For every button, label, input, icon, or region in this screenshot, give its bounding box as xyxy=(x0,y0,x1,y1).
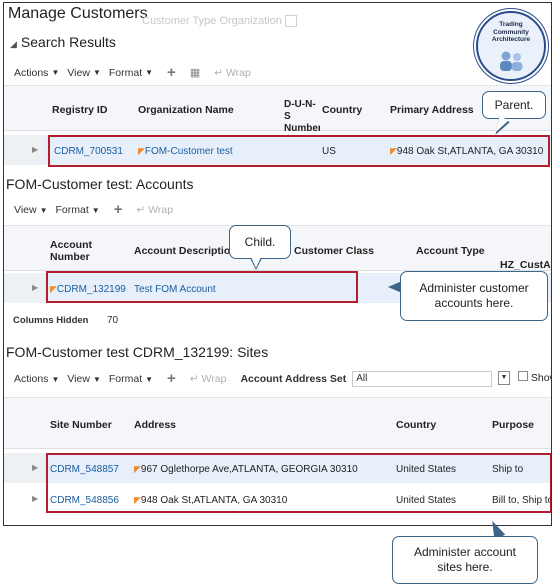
format-menu[interactable]: Format ▼ xyxy=(109,373,153,385)
column-registry-id[interactable]: Registry ID xyxy=(52,104,107,116)
badge-line-2: Community xyxy=(493,28,529,36)
wrap-button[interactable]: ↵ Wrap xyxy=(214,67,251,79)
expand-row-icon[interactable]: ▶ xyxy=(32,283,38,292)
expand-row-icon[interactable]: ▶ xyxy=(32,494,38,503)
search-results-column-header: Registry ID Organization Name D-U-N-S Nu… xyxy=(4,85,551,134)
account-address-set-value: All xyxy=(356,373,368,384)
trading-community-architecture-badge: Trading Community Architecture xyxy=(476,11,546,81)
badge-text: Trading Community Architecture xyxy=(478,21,544,44)
badge-line-3: Architecture xyxy=(491,36,531,43)
column-country[interactable]: Country xyxy=(396,419,436,431)
view-menu[interactable]: View ▼ xyxy=(14,204,48,216)
search-results-header[interactable]: ◢ Search Results xyxy=(10,34,116,50)
column-purpose[interactable]: Purpose xyxy=(492,419,534,431)
format-menu[interactable]: Format ▼ xyxy=(109,67,153,79)
administer-sites-callout: Administer account sites here. xyxy=(392,536,538,584)
customer-type-ghost-select xyxy=(284,15,297,28)
collapse-triangle-icon[interactable]: ◢ xyxy=(10,39,17,49)
people-icon xyxy=(500,51,523,71)
accounts-toolbar: View ▼ Format ▼ + ↵ Wrap xyxy=(14,202,173,217)
column-country[interactable]: Country xyxy=(322,104,362,116)
actions-menu[interactable]: Actions ▼ xyxy=(14,373,59,385)
column-site-number[interactable]: Site Number xyxy=(50,419,112,431)
parent-callout: Parent. xyxy=(482,91,546,119)
customer-type-ghost-text: Customer Type Organization xyxy=(142,15,282,27)
column-address[interactable]: Address xyxy=(134,419,176,431)
format-label: Format xyxy=(108,373,143,385)
chevron-down-icon: ▼ xyxy=(145,374,154,384)
add-icon[interactable]: + xyxy=(167,65,176,80)
parent-highlight-box xyxy=(48,135,550,167)
columns-hidden-label: Columns Hidden xyxy=(13,315,89,326)
add-icon[interactable]: + xyxy=(114,202,123,217)
chevron-down-icon: ▼ xyxy=(92,68,101,77)
wrap-icon: ↵ xyxy=(136,204,146,216)
wrap-icon: ↵ xyxy=(214,66,224,79)
chevron-down-icon: ▼ xyxy=(39,205,48,215)
wrap-icon: ↵ xyxy=(189,373,199,385)
show-checkbox-area[interactable]: Show xyxy=(512,371,551,384)
actions-menu[interactable]: Actions ▼ xyxy=(14,67,59,79)
view-label: View xyxy=(67,66,90,79)
expand-row-icon[interactable]: ▶ xyxy=(32,145,38,154)
account-address-set-select[interactable]: All xyxy=(352,371,493,387)
dropdown-arrow-icon[interactable]: ▼ xyxy=(498,371,510,385)
badge-line-1: Trading xyxy=(499,21,523,28)
view-menu[interactable]: View ▼ xyxy=(67,373,101,385)
column-account-description[interactable]: Account Description xyxy=(134,245,237,257)
show-checkbox[interactable] xyxy=(518,371,528,381)
columns-hidden-value: 70 xyxy=(106,315,119,326)
show-label: Show xyxy=(530,372,551,384)
chevron-down-icon: ▼ xyxy=(92,374,101,384)
format-label: Format xyxy=(108,66,143,79)
column-primary-address[interactable]: Primary Address xyxy=(390,104,474,116)
wrap-label: Wrap xyxy=(148,204,174,216)
chevron-down-icon: ▼ xyxy=(91,205,100,215)
view-label: View xyxy=(67,373,90,385)
view-menu[interactable]: View ▼ xyxy=(67,67,101,79)
add-icon[interactable]: + xyxy=(167,371,176,386)
column-account-type[interactable]: Account Type xyxy=(416,245,485,257)
wrap-button[interactable]: ↵ Wrap xyxy=(136,204,173,216)
chevron-down-icon: ▼ xyxy=(51,374,60,384)
view-label: View xyxy=(14,204,37,216)
wrap-button[interactable]: ↵ Wrap xyxy=(190,373,227,385)
format-menu[interactable]: Format ▼ xyxy=(56,204,100,216)
child-callout: Child. xyxy=(229,225,291,259)
expand-row-icon[interactable]: ▶ xyxy=(32,463,38,472)
accounts-title: FOM-Customer test: Accounts xyxy=(6,176,194,192)
column-organization-name[interactable]: Organization Name xyxy=(138,104,234,116)
sites-highlight-box xyxy=(46,453,551,513)
actions-label: Actions xyxy=(14,66,49,79)
column-account-number[interactable]: Account Number xyxy=(50,239,110,263)
column-duns-number[interactable]: D-U-N-S Number xyxy=(284,99,320,135)
sites-toolbar: Actions ▼ View ▼ Format ▼ + ↵ Wrap Account … xyxy=(14,371,493,387)
child-highlight-box xyxy=(46,271,358,303)
child-callout-tail-fill xyxy=(251,257,261,268)
columns-hidden-info: Columns Hidden 70 xyxy=(13,310,118,328)
column-hz-custac[interactable]: HZ_CustAc xyxy=(500,259,551,271)
actions-label: Actions xyxy=(14,373,49,385)
sites-title: FOM-Customer test CDRM_132199: Sites xyxy=(6,344,269,360)
search-results-title: Search Results xyxy=(20,34,116,50)
page-title: Manage Customers xyxy=(8,5,148,22)
freeze-columns-icon[interactable]: ▦ xyxy=(190,66,200,79)
account-address-set-label: Account Address Set xyxy=(240,373,347,385)
chevron-down-icon: ▼ xyxy=(51,68,60,77)
customer-type-ghost-label: Customer Type Organization xyxy=(142,15,297,28)
app-window: Manage Customers Customer Type Organizat… xyxy=(3,2,552,526)
wrap-label: Wrap xyxy=(225,66,251,79)
chevron-down-icon: ▼ xyxy=(145,68,154,77)
search-results-toolbar: Actions ▼ View ▼ Format ▼ + ▦ ↵ Wrap xyxy=(14,65,251,80)
wrap-label: Wrap xyxy=(201,373,227,385)
format-label: Format xyxy=(55,204,89,216)
column-customer-class[interactable]: Customer Class xyxy=(294,245,374,257)
sites-column-header: Site Number Address Country Purpose xyxy=(4,397,551,449)
administer-accounts-callout: Administer customer accounts here. xyxy=(400,271,548,321)
